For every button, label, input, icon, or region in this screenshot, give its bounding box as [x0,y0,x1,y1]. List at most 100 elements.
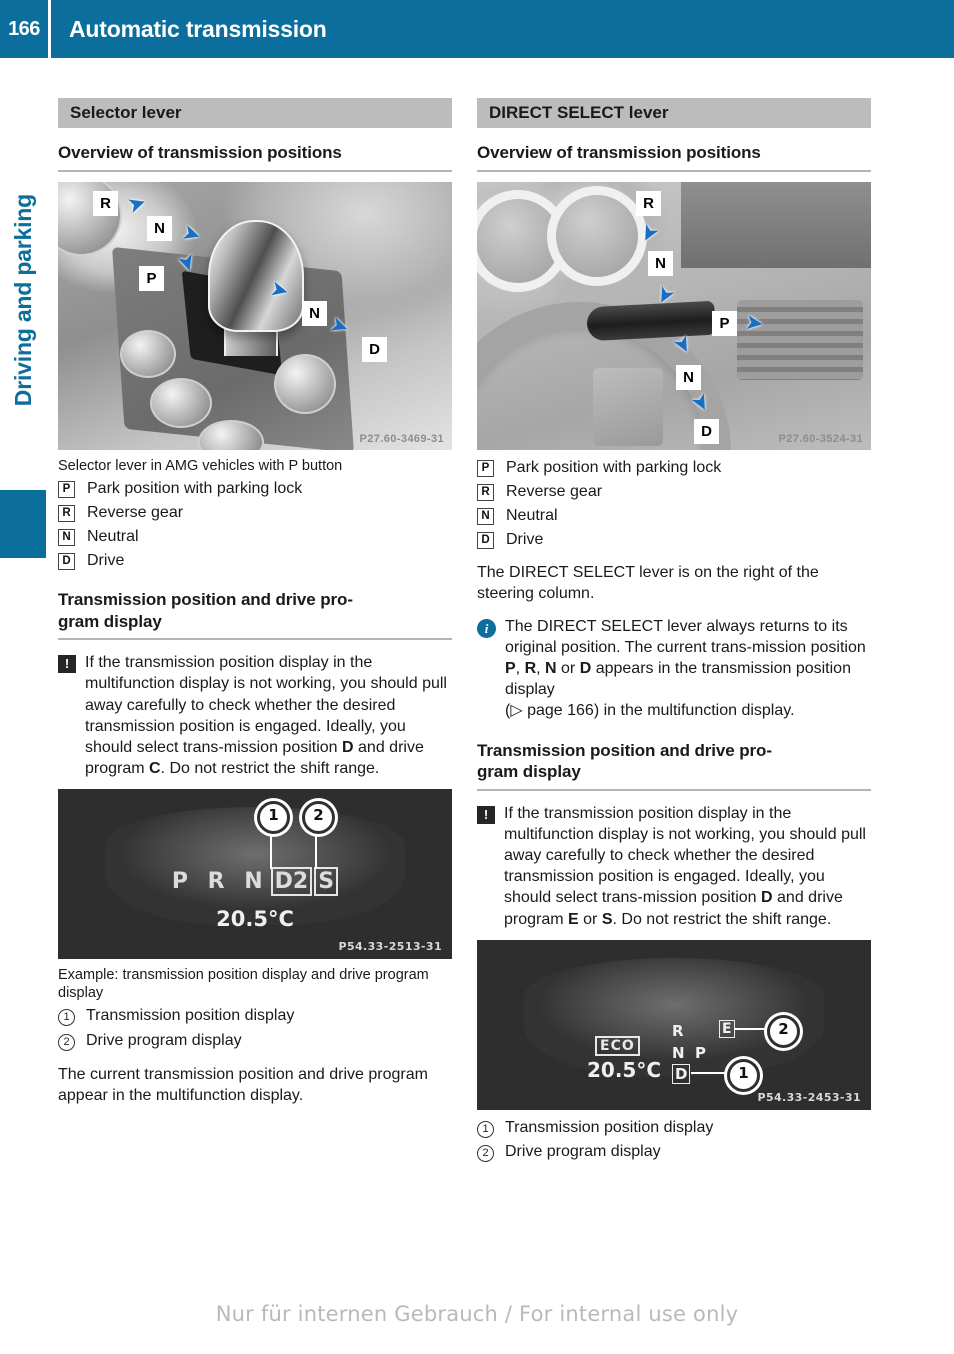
closing-paragraph-left: The current transmission position and dr… [58,1065,428,1104]
dashboard-top [681,181,871,268]
list-item-label: Drive program display [86,1032,242,1050]
circled-number-2-icon: 2 [477,1145,494,1163]
warning-notice-left: ! If the transmission position display i… [58,652,452,779]
warning-bold-d: D [761,889,773,907]
photo-code-right: P27.60-3524-31 [778,432,863,445]
console-button [274,353,336,414]
mfd-code-right: P54.33-2453-31 [757,1090,861,1104]
list-item-label: Transmission position display [86,1007,295,1025]
circled-number-1-icon: 1 [477,1120,494,1138]
display-caption-left: Example: transmission position display a… [58,967,429,1002]
callout-p-icon: P [140,266,163,290]
info-sep1: , [515,660,525,678]
heading-display-left: Transmission position and drive pro- gra… [58,589,452,641]
heading-overview-right: Overview of transmission positions [477,142,871,172]
gear-label: Reverse gear [87,503,184,521]
gear-row: D Drive [477,530,871,550]
leader-line [735,1027,771,1030]
warning-icon: ! [58,655,76,674]
direct-select-lever [586,300,716,342]
mfd-temperature: 20.5°C [587,1057,662,1082]
gear-row: P Park position with parking lock [477,458,871,478]
gear-list-right: P Park position with parking lock R Reve… [477,458,871,550]
warning-text-part3: or [578,910,602,928]
info-text-part1: The DIRECT SELECT lever always returns t… [505,617,866,657]
page-ref: page 166 [522,702,594,720]
page-header: 166 Automatic transmission [0,0,954,58]
gear-d-icon: D [58,552,75,570]
page-number: 166 [8,17,40,40]
heading-overview-left: Overview of transmission positions [58,142,452,172]
console-button [120,329,176,378]
photo-code-left: P27.60-3469-31 [359,432,444,445]
steering-wheel-spoke [593,367,663,446]
gear-label: Park position with parking lock [87,479,303,497]
warning-bold-e: E [568,910,579,928]
callout-d-icon: D [363,337,386,361]
mfd-code-left: P54.33-2513-31 [338,940,442,954]
lever-location-paragraph: The DIRECT SELECT lever is on the right … [477,563,819,602]
mfd-position-n: N [672,1043,685,1062]
warning-text-right: If the transmission position display in … [504,803,871,930]
mfd-gears-prn: P R N [171,869,269,895]
gear-p-icon: P [477,459,494,477]
photo-direct-select-lever: R ➤ N ➤ P ➤ N ➤ D ➤ P27.60-3524-31 [477,181,871,450]
info-sep3: or [556,660,580,678]
warning-icon: ! [477,806,495,825]
list-item-label: Transmission position display [505,1118,714,1136]
gear-r-icon: R [58,504,75,522]
warning-bold-d: D [342,738,354,756]
info-bold-p: P [505,660,516,678]
marker-2: 2 [767,1014,800,1048]
list-item: 2 Drive program display [58,1031,452,1052]
warning-text-left: If the transmission position display in … [85,652,452,779]
warning-text-part3: . Do not restrict the shift range. [160,759,380,777]
mfd-boxed-gear: D2 [270,867,313,897]
gear-list-left: P Park position with parking lock R Reve… [58,479,452,571]
heading-display-right: Transmission position and drive pro- gra… [477,740,871,792]
eco-badge: ECO [595,1035,640,1056]
list-item: 1 Transmission position display [58,1006,452,1027]
marker-2: 2 [302,801,335,835]
gear-label: Park position with parking lock [506,458,722,476]
callout-r-icon: R [637,191,660,215]
gear-d-icon: D [477,531,494,549]
warning-notice-right: ! If the transmission position display i… [477,803,871,930]
page-ref-suffix: ) in the multifunction display. [593,702,795,720]
left-column: Selector lever Overview of transmission … [58,98,452,1106]
gear-row: R Reverse gear [477,482,871,502]
gear-n-icon: N [477,507,494,525]
callout-n2-icon: N [303,301,326,325]
chapter-label: Driving and parking [10,194,36,407]
gear-label: Neutral [87,527,139,545]
section-header-selector-lever: Selector lever [58,98,452,128]
console-button [150,377,212,428]
list-item: 1 Transmission position display [477,1118,871,1139]
list-item-label: Drive program display [505,1143,661,1161]
arrow-icon: ➤ [743,309,766,337]
info-bold-d: D [579,660,592,678]
callout-n-icon: N [148,216,171,240]
info-bold-r: R [524,660,537,678]
gear-label: Drive [506,530,544,548]
numbered-list-right: 1 Transmission position display 2 Drive … [477,1118,871,1164]
photo-caption-left: Selector lever in AMG vehicles with P bu… [58,457,343,474]
warning-bold-c: C [149,759,161,777]
info-notice-right: i The DIRECT SELECT lever always returns… [477,616,871,722]
numbered-list-left: 1 Transmission position display 2 Drive … [58,1006,452,1052]
info-sep2: , [536,660,546,678]
info-bold-n: N [545,660,557,678]
marker-1: 1 [257,801,290,835]
gear-row: P Park position with parking lock [58,479,452,499]
mfd-position-p: P [695,1043,706,1062]
footer-note: Nur für internen Gebrauch / For internal… [215,1302,739,1326]
gear-row: N Neutral [58,527,452,547]
display-image-left: P R N D2 S 20.5°C 1 2 P54.33-2513-31 [58,789,452,960]
mfd-program-e: E [719,1019,735,1038]
right-column: DIRECT SELECT lever Overview of transmis… [477,98,871,1163]
chapter-tab-marker [0,490,46,558]
gear-row: R Reverse gear [58,503,452,523]
gear-n-icon: N [58,528,75,546]
warning-bold-s: S [601,910,613,928]
mfd-position-r: R [672,1021,684,1040]
